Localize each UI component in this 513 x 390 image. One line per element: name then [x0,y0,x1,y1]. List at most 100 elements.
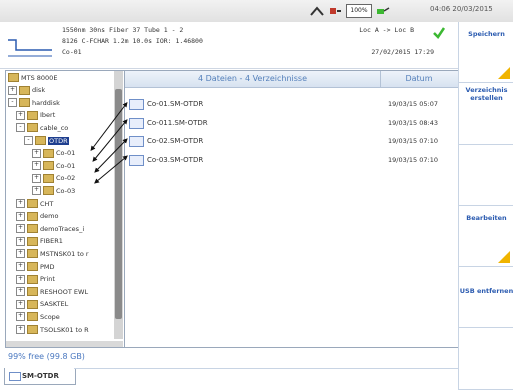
folder-icon [27,262,38,271]
tree-item[interactable]: + Print [16,274,55,285]
tree-scrollbar[interactable] [114,71,123,339]
tree-item-label: TSOLSK01 to R [40,325,89,334]
collapse-icon[interactable]: - [16,123,25,133]
collapse-icon[interactable]: - [8,98,17,108]
file-date: 19/03/15 05:07 [388,100,438,108]
soft-key-1[interactable]: Speichern [459,22,513,84]
tree-item[interactable]: - OTDR [24,135,69,146]
tab-sm-otdr[interactable]: SM-OTDR [4,368,76,385]
file-name: Co-011.SM-OTDR [147,118,208,127]
expand-icon[interactable]: + [32,186,41,196]
tree-horizontal-scrollbar[interactable] [6,341,123,347]
expand-icon[interactable]: + [16,299,25,309]
tree-item[interactable]: + demo [16,211,58,222]
soft-key-2[interactable]: Verzeichnis erstellen [459,83,513,145]
expand-icon[interactable]: + [16,287,25,297]
expand-icon[interactable]: + [16,211,25,221]
file-row[interactable]: Co-03.SM-OTDR 19/03/15 07:10 [125,151,458,169]
file-row[interactable]: Co-01.SM-OTDR 19/03/15 05:07 [125,95,458,113]
tree-item[interactable]: + Co-03 [32,185,75,196]
collapse-icon[interactable]: - [24,136,33,145]
mini-trace-icon [8,39,52,57]
free-space-label: 99% free (99.8 GB) [8,352,85,361]
expand-icon[interactable]: + [16,274,25,284]
tab-label: SM-OTDR [22,372,59,380]
soft-key-5[interactable]: USB entfernen [459,267,513,329]
expand-icon[interactable]: + [32,161,41,171]
tree-item-label: Co-03 [56,186,76,195]
expand-icon[interactable]: + [8,85,17,95]
folder-icon [27,287,38,297]
tab-bar-line [74,368,458,369]
tree-item[interactable]: + CHT [16,198,53,209]
file-row[interactable]: Co-011.SM-OTDR 19/03/15 08:43 [125,114,458,132]
expand-icon[interactable]: + [16,325,25,334]
expand-icon[interactable]: + [32,173,41,183]
tree-item[interactable]: + SASKTEL [16,299,68,310]
tree-item[interactable]: MTS 8000E [8,72,57,83]
tree-item-label: disk [32,86,46,95]
folder-icon [27,236,38,246]
trace-info-line-3: Co-01 [62,48,82,56]
tree-item[interactable]: + demoTraces_i [16,223,84,234]
tree-item[interactable]: + FIBER1 [16,236,63,247]
expand-icon[interactable]: + [16,224,25,234]
tree-item[interactable]: + Co-01 [32,148,75,159]
soft-key-4[interactable]: Bearbeiten [459,205,513,268]
expand-icon[interactable]: + [16,249,25,259]
tree-item-label: demoTraces_i [40,224,85,233]
tree-item[interactable]: - cable_co [16,122,68,133]
tree-item-label: harddisk [32,98,60,107]
tree-item-label: demo [40,212,59,221]
tree-item[interactable]: + MSTNSK01 to r [16,248,89,259]
folder-icon [43,186,54,196]
expand-icon[interactable]: + [16,199,25,208]
tree-item[interactable]: + Scope [16,311,60,322]
file-name: Co-01.SM-OTDR [147,100,204,108]
status-bar: 100% 04:06 20/03/2015 [0,0,513,23]
folder-icon [27,299,38,309]
tree-item[interactable]: + TSOLSK01 to R [16,324,89,335]
file-date: 19/03/15 07:10 [388,155,438,164]
trace-info-line-1: 1550nm 30ns Fiber 37 Tube 1 - 2 [62,26,184,34]
expand-icon[interactable]: + [16,110,25,120]
expand-icon[interactable]: + [16,262,25,271]
file-list: 4 Dateien - 4 Verzeichnisse Datum Co-01.… [124,70,459,348]
tree-item[interactable]: + Ibert [16,110,55,121]
trace-icon [9,372,21,381]
file-row[interactable]: Co-02.SM-OTDR 19/03/15 07:10 [125,132,458,150]
tree-item[interactable]: + Co-02 [32,173,75,184]
tree-item-label: Ibert [40,111,56,120]
tree-item[interactable]: + PMD [16,261,55,272]
tree-item-label: PMD [40,262,55,271]
folder-icon [27,249,38,259]
tree-scroll-thumb[interactable] [115,89,122,319]
soft-key-label: Verzeichnis erstellen [465,86,508,103]
tree-item[interactable]: - harddisk [8,97,60,108]
tree-item-label: Co-02 [56,174,76,183]
trace-info-panel: 1550nm 30ns Fiber 37 Tube 1 - 2 8126 C-F… [0,22,458,69]
expand-icon[interactable]: + [16,236,25,246]
tree-item-label: Scope [40,312,60,321]
folder-icon [27,110,38,120]
soft-key-3[interactable] [459,144,513,206]
expand-icon[interactable]: + [32,148,41,158]
trace-info-line-2: 8126 C-FCHAR 1.2m 10.0s IOR: 1.46800 [62,37,203,45]
column-header-date[interactable]: Datum [380,71,458,87]
tree-item[interactable]: + disk [8,85,45,96]
tree-item[interactable]: + Co-01 [32,160,75,171]
soft-key-6[interactable] [459,328,513,390]
tree-item-label: RESHOOT EWL [40,287,89,296]
otdr-file-icon [129,136,144,147]
folder-icon [43,148,54,158]
folder-icon [35,136,46,145]
folder-icon [27,312,38,322]
plug-icon [330,8,341,14]
directory-tree[interactable]: MTS 8000E + disk - harddisk + Ibert - cable_co - O… [5,70,125,348]
column-header-name[interactable]: 4 Dateien - 4 Verzeichnisse [125,71,381,87]
datetime: 04:06 20/03/2015 [430,5,493,13]
tree-item[interactable]: + RESHOOT EWL [16,286,88,297]
expand-icon[interactable]: + [16,312,25,322]
location-label: Loc A -> Loc B [359,26,414,34]
triangle-icon [498,67,510,80]
